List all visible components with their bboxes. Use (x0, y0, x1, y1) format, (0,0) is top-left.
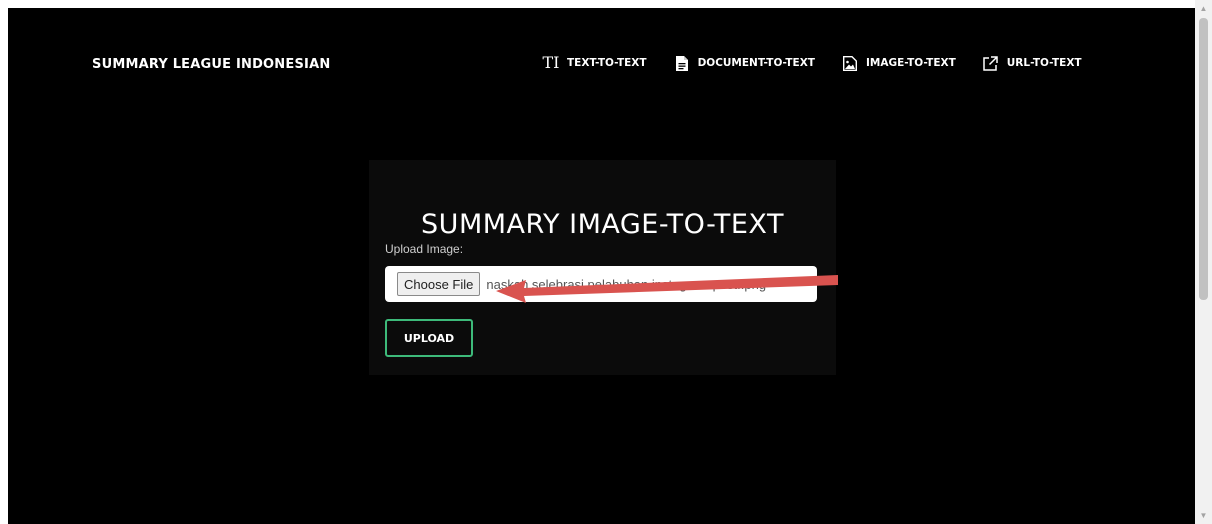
nav-item-label: IMAGE-TO-TEXT (865, 57, 956, 69)
scroll-up-arrow-icon[interactable]: ▲ (1195, 0, 1212, 17)
brand-title[interactable]: SUMMARY LEAGUE INDONESIAN (92, 57, 330, 72)
nav-item-label: URL-TO-TEXT (1006, 57, 1082, 69)
document-icon (673, 54, 691, 72)
upload-button[interactable]: UPLOAD (385, 319, 473, 357)
text-size-icon: TI (542, 53, 560, 72)
scrollbar-thumb[interactable] (1199, 18, 1208, 300)
nav-item-label: TEXT-TO-TEXT (567, 57, 647, 69)
main-nav: TI TEXT-TO-TEXT DOCUMENT-TO-TEXT IMAGE-T… (542, 54, 1108, 72)
nav-item-image-to-text[interactable]: IMAGE-TO-TEXT (841, 54, 956, 72)
upload-card: SUMMARY IMAGE-TO-TEXT Upload Image: Choo… (369, 160, 836, 375)
nav-item-text-to-text[interactable]: TI TEXT-TO-TEXT (542, 54, 647, 72)
scroll-down-arrow-icon[interactable]: ▼ (1195, 507, 1212, 524)
file-input[interactable]: Choose File naskah selebrasi pelabuhan i… (385, 266, 817, 302)
selected-file-name: naskah selebrasi pelabuhan instagram pos… (486, 276, 767, 292)
upload-image-label: Upload Image: (385, 242, 464, 256)
page-viewport: SUMMARY LEAGUE INDONESIAN TI TEXT-TO-TEX… (8, 8, 1195, 524)
image-icon (841, 54, 859, 72)
external-link-icon (982, 54, 1000, 72)
choose-file-button[interactable]: Choose File (397, 272, 481, 296)
nav-item-url-to-text[interactable]: URL-TO-TEXT (982, 54, 1082, 72)
page-title: SUMMARY IMAGE-TO-TEXT (421, 209, 784, 240)
vertical-scrollbar[interactable]: ▲ ▼ (1195, 0, 1212, 524)
nav-item-label: DOCUMENT-TO-TEXT (697, 57, 815, 69)
nav-item-document-to-text[interactable]: DOCUMENT-TO-TEXT (673, 54, 815, 72)
